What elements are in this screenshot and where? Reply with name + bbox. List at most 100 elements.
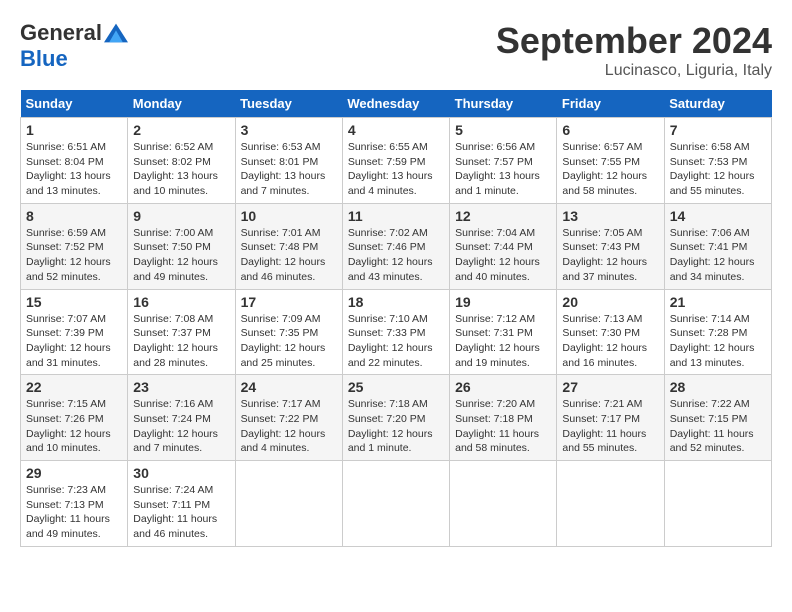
day-18: 18 Sunrise: 7:10 AM Sunset: 7:33 PM Dayli… — [342, 289, 449, 375]
day-info-29: Sunrise: 7:23 AM Sunset: 7:13 PM Dayligh… — [26, 483, 122, 542]
logo-blue-text: Blue — [20, 46, 68, 72]
day-12: 12 Sunrise: 7:04 AM Sunset: 7:44 PM Dayli… — [450, 203, 557, 289]
day-info-27: Sunrise: 7:21 AM Sunset: 7:17 PM Dayligh… — [562, 397, 658, 456]
empty-cell — [235, 461, 342, 547]
day-29: 29 Sunrise: 7:23 AM Sunset: 7:13 PM Dayli… — [21, 461, 128, 547]
day-21: 21 Sunrise: 7:14 AM Sunset: 7:28 PM Dayli… — [664, 289, 771, 375]
day-30: 30 Sunrise: 7:24 AM Sunset: 7:11 PM Dayli… — [128, 461, 235, 547]
day-info-17: Sunrise: 7:09 AM Sunset: 7:35 PM Dayligh… — [241, 312, 337, 371]
day-10: 10 Sunrise: 7:01 AM Sunset: 7:48 PM Dayli… — [235, 203, 342, 289]
day-info-10: Sunrise: 7:01 AM Sunset: 7:48 PM Dayligh… — [241, 226, 337, 285]
day-number-7: 7 — [670, 122, 766, 138]
day-info-3: Sunrise: 6:53 AM Sunset: 8:01 PM Dayligh… — [241, 140, 337, 199]
day-info-28: Sunrise: 7:22 AM Sunset: 7:15 PM Dayligh… — [670, 397, 766, 456]
day-number-21: 21 — [670, 294, 766, 310]
day-27: 27 Sunrise: 7:21 AM Sunset: 7:17 PM Dayli… — [557, 375, 664, 461]
day-number-8: 8 — [26, 208, 122, 224]
logo: General Blue — [20, 20, 128, 72]
day-info-7: Sunrise: 6:58 AM Sunset: 7:53 PM Dayligh… — [670, 140, 766, 199]
logo-icon — [104, 23, 128, 43]
day-number-14: 14 — [670, 208, 766, 224]
day-8: 8 Sunrise: 6:59 AM Sunset: 7:52 PM Daylig… — [21, 203, 128, 289]
day-info-16: Sunrise: 7:08 AM Sunset: 7:37 PM Dayligh… — [133, 312, 229, 371]
day-info-12: Sunrise: 7:04 AM Sunset: 7:44 PM Dayligh… — [455, 226, 551, 285]
title-block: September 2024 Lucinasco, Liguria, Italy — [496, 20, 772, 80]
day-20: 20 Sunrise: 7:13 AM Sunset: 7:30 PM Dayli… — [557, 289, 664, 375]
location-subtitle: Lucinasco, Liguria, Italy — [496, 62, 772, 80]
day-19: 19 Sunrise: 7:12 AM Sunset: 7:31 PM Dayli… — [450, 289, 557, 375]
col-monday: Monday — [128, 90, 235, 118]
day-number-13: 13 — [562, 208, 658, 224]
day-info-6: Sunrise: 6:57 AM Sunset: 7:55 PM Dayligh… — [562, 140, 658, 199]
day-15: 15 Sunrise: 7:07 AM Sunset: 7:39 PM Dayli… — [21, 289, 128, 375]
day-number-24: 24 — [241, 379, 337, 395]
col-tuesday: Tuesday — [235, 90, 342, 118]
day-23: 23Sunrise: 7:16 AM Sunset: 7:24 PM Dayli… — [128, 375, 235, 461]
day-25: 25 Sunrise: 7:18 AM Sunset: 7:20 PM Dayli… — [342, 375, 449, 461]
logo-general-text: General — [20, 20, 102, 46]
day-number-3: 3 — [241, 122, 337, 138]
day-4: 4 Sunrise: 6:55 AM Sunset: 7:59 PM Daylig… — [342, 118, 449, 204]
day-info-5: Sunrise: 6:56 AM Sunset: 7:57 PM Dayligh… — [455, 140, 551, 199]
day-info-20: Sunrise: 7:13 AM Sunset: 7:30 PM Dayligh… — [562, 312, 658, 371]
day-info-24: Sunrise: 7:17 AM Sunset: 7:22 PM Dayligh… — [241, 397, 337, 456]
day-info-9: Sunrise: 7:00 AM Sunset: 7:50 PM Dayligh… — [133, 226, 229, 285]
day-info-23: Sunrise: 7:16 AM Sunset: 7:24 PM Dayligh… — [133, 397, 229, 456]
day-number-19: 19 — [455, 294, 551, 310]
day-number-22: 22 — [26, 379, 122, 395]
col-thursday: Thursday — [450, 90, 557, 118]
day-number-16: 16 — [133, 294, 229, 310]
day-22: 22 Sunrise: 7:15 AM Sunset: 7:26 PM Dayli… — [21, 375, 128, 461]
empty-cell — [664, 461, 771, 547]
month-title: September 2024 — [496, 20, 772, 62]
day-16: 16 Sunrise: 7:08 AM Sunset: 7:37 PM Dayli… — [128, 289, 235, 375]
day-number-15: 15 — [26, 294, 122, 310]
day-info-8: Sunrise: 6:59 AM Sunset: 7:52 PM Dayligh… — [26, 226, 122, 285]
day-number-26: 26 — [455, 379, 551, 395]
day-number-27: 27 — [562, 379, 658, 395]
day-9: 9 Sunrise: 7:00 AM Sunset: 7:50 PM Daylig… — [128, 203, 235, 289]
col-wednesday: Wednesday — [342, 90, 449, 118]
day-number-9: 9 — [133, 208, 229, 224]
day-number-25: 25 — [348, 379, 444, 395]
day-info-15: Sunrise: 7:07 AM Sunset: 7:39 PM Dayligh… — [26, 312, 122, 371]
day-17: 17Sunrise: 7:09 AM Sunset: 7:35 PM Dayli… — [235, 289, 342, 375]
day-info-13: Sunrise: 7:05 AM Sunset: 7:43 PM Dayligh… — [562, 226, 658, 285]
day-13: 13 Sunrise: 7:05 AM Sunset: 7:43 PM Dayli… — [557, 203, 664, 289]
day-number-30: 30 — [133, 465, 229, 481]
day-2: 2 Sunrise: 6:52 AM Sunset: 8:02 PM Daylig… — [128, 118, 235, 204]
day-26: 26 Sunrise: 7:20 AM Sunset: 7:18 PM Dayli… — [450, 375, 557, 461]
day-number-29: 29 — [26, 465, 122, 481]
day-7: 7 Sunrise: 6:58 AM Sunset: 7:53 PM Daylig… — [664, 118, 771, 204]
day-number-5: 5 — [455, 122, 551, 138]
day-number-2: 2 — [133, 122, 229, 138]
day-info-21: Sunrise: 7:14 AM Sunset: 7:28 PM Dayligh… — [670, 312, 766, 371]
day-number-20: 20 — [562, 294, 658, 310]
day-info-19: Sunrise: 7:12 AM Sunset: 7:31 PM Dayligh… — [455, 312, 551, 371]
day-number-12: 12 — [455, 208, 551, 224]
day-info-4: Sunrise: 6:55 AM Sunset: 7:59 PM Dayligh… — [348, 140, 444, 199]
col-friday: Friday — [557, 90, 664, 118]
day-5: 5 Sunrise: 6:56 AM Sunset: 7:57 PM Daylig… — [450, 118, 557, 204]
day-info-22: Sunrise: 7:15 AM Sunset: 7:26 PM Dayligh… — [26, 397, 122, 456]
day-info-2: Sunrise: 6:52 AM Sunset: 8:02 PM Dayligh… — [133, 140, 229, 199]
day-info-30: Sunrise: 7:24 AM Sunset: 7:11 PM Dayligh… — [133, 483, 229, 542]
day-info-25: Sunrise: 7:18 AM Sunset: 7:20 PM Dayligh… — [348, 397, 444, 456]
day-info-26: Sunrise: 7:20 AM Sunset: 7:18 PM Dayligh… — [455, 397, 551, 456]
day-6: 6 Sunrise: 6:57 AM Sunset: 7:55 PM Daylig… — [557, 118, 664, 204]
day-number-4: 4 — [348, 122, 444, 138]
day-1: 1 Sunrise: 6:51 AM Sunset: 8:04 PM Daylig… — [21, 118, 128, 204]
day-number-1: 1 — [26, 122, 122, 138]
day-number-6: 6 — [562, 122, 658, 138]
day-number-18: 18 — [348, 294, 444, 310]
col-sunday: Sunday — [21, 90, 128, 118]
day-number-10: 10 — [241, 208, 337, 224]
day-info-14: Sunrise: 7:06 AM Sunset: 7:41 PM Dayligh… — [670, 226, 766, 285]
day-3: 3 Sunrise: 6:53 AM Sunset: 8:01 PM Daylig… — [235, 118, 342, 204]
empty-cell — [557, 461, 664, 547]
page-header: General Blue September 2024 Lucinasco, L… — [20, 20, 772, 80]
calendar-table: Sunday Monday Tuesday Wednesday Thursday… — [20, 90, 772, 547]
day-info-18: Sunrise: 7:10 AM Sunset: 7:33 PM Dayligh… — [348, 312, 444, 371]
day-24: 24 Sunrise: 7:17 AM Sunset: 7:22 PM Dayli… — [235, 375, 342, 461]
day-info-1: Sunrise: 6:51 AM Sunset: 8:04 PM Dayligh… — [26, 140, 122, 199]
